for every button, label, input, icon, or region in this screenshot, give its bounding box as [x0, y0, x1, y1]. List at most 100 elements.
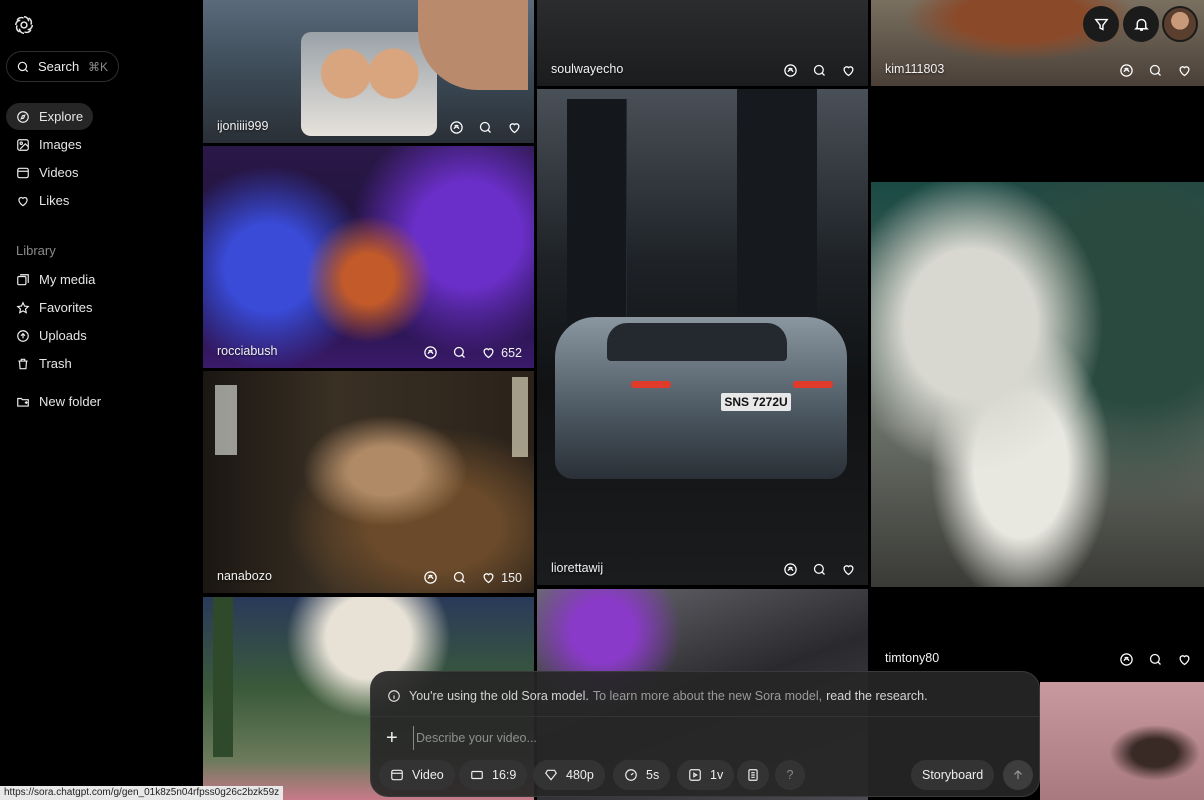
- remix-icon[interactable]: [423, 345, 438, 360]
- tile-actions: [1119, 652, 1192, 667]
- tile-username[interactable]: nanabozo: [217, 569, 272, 583]
- nav-label: Uploads: [39, 328, 87, 343]
- feed-tile[interactable]: timtony80: [871, 89, 1204, 675]
- presets-chip[interactable]: [737, 760, 769, 790]
- nav-favorites[interactable]: Favorites: [6, 294, 102, 321]
- openai-logo-icon[interactable]: [13, 14, 35, 36]
- tile-actions: [449, 120, 522, 135]
- chip-label: Video: [412, 768, 444, 782]
- aspect-chip[interactable]: 16:9: [459, 760, 528, 790]
- type-chip[interactable]: Video: [379, 760, 455, 790]
- variations-icon: [689, 769, 701, 781]
- chip-label: 5s: [646, 768, 660, 782]
- heart-icon: [483, 348, 494, 359]
- chip-label: Storyboard: [922, 768, 984, 782]
- clock-icon: [625, 769, 637, 781]
- like-count: 652: [501, 345, 522, 360]
- search-icon[interactable]: [478, 120, 493, 135]
- filter-button[interactable]: [1083, 6, 1119, 42]
- heart-icon[interactable]: [1177, 652, 1192, 667]
- tile-actions: [783, 562, 856, 577]
- remix-icon[interactable]: [783, 63, 798, 78]
- cloud-image: [871, 182, 1204, 587]
- heart-icon[interactable]: [841, 63, 856, 78]
- arrow-up-icon: [1014, 770, 1022, 780]
- tile-actions: 652: [423, 345, 522, 360]
- tile-username[interactable]: kim111803: [885, 62, 944, 76]
- tile-actions: 150: [423, 570, 522, 585]
- search-icon[interactable]: [1148, 63, 1163, 78]
- nav-my-media[interactable]: My media: [6, 266, 105, 293]
- nav-trash[interactable]: Trash: [6, 350, 82, 377]
- document-icon: [748, 769, 758, 781]
- duration-chip[interactable]: 5s: [613, 760, 671, 790]
- chip-label: 480p: [566, 768, 594, 782]
- nav-label: Favorites: [39, 300, 93, 315]
- like-button[interactable]: 150: [481, 570, 522, 585]
- heart-icon[interactable]: [1177, 63, 1192, 78]
- search-icon[interactable]: [812, 63, 827, 78]
- tile-username[interactable]: liorettawij: [551, 561, 603, 575]
- add-attachment-button[interactable]: +: [386, 727, 398, 750]
- nav-explore[interactable]: Explore: [6, 103, 94, 130]
- video-icon: [17, 167, 29, 178]
- nav-label: My media: [39, 272, 96, 287]
- prompt-input[interactable]: [413, 726, 973, 750]
- help-label: ?: [786, 768, 794, 782]
- feed-tile[interactable]: rocciabush 652: [203, 146, 534, 368]
- like-button[interactable]: 652: [481, 345, 522, 360]
- search-label: Search: [38, 59, 80, 74]
- notice-sub: To learn more about the new Sora model,: [592, 689, 823, 703]
- avatar[interactable]: [1162, 6, 1198, 42]
- search-icon[interactable]: [452, 345, 467, 360]
- search-icon[interactable]: [452, 570, 467, 585]
- research-link[interactable]: read the research.: [826, 689, 927, 703]
- feed-tile[interactable]: nanabozo 150: [203, 371, 534, 593]
- feed-tile[interactable]: SNS 7272U liorettawij: [537, 89, 868, 585]
- remix-icon[interactable]: [1119, 652, 1134, 667]
- send-button[interactable]: [1003, 760, 1033, 790]
- new-folder-button[interactable]: New folder: [6, 388, 111, 415]
- nav-likes[interactable]: Likes: [6, 187, 79, 214]
- heart-icon[interactable]: [507, 120, 522, 135]
- search-icon[interactable]: [812, 562, 827, 577]
- taillight: [631, 381, 671, 388]
- help-chip[interactable]: ?: [775, 760, 805, 790]
- nav-label: Images: [39, 137, 82, 152]
- notifications-button[interactable]: [1123, 6, 1159, 42]
- like-count: 150: [501, 570, 522, 585]
- filter-icon: [1093, 18, 1109, 31]
- prompt-composer: You're using the old Sora model. To lear…: [370, 671, 1040, 797]
- divider: [371, 716, 1039, 717]
- star-icon: [16, 300, 30, 314]
- variations-chip[interactable]: 1v: [677, 760, 735, 790]
- tile-username[interactable]: soulwayecho: [551, 62, 623, 76]
- remix-icon[interactable]: [423, 570, 438, 585]
- chip-label: 1v: [710, 768, 724, 782]
- search-icon[interactable]: [1148, 652, 1163, 667]
- car-image: SNS 7272U: [555, 317, 847, 479]
- remix-icon[interactable]: [783, 562, 798, 577]
- car-window: [607, 323, 787, 361]
- tile-username[interactable]: ijoniiii999: [217, 119, 268, 133]
- remix-icon[interactable]: [449, 120, 464, 135]
- aspect-ratio-icon: [471, 770, 483, 780]
- storyboard-button[interactable]: Storyboard: [911, 760, 995, 790]
- feed-tile[interactable]: soulwayecho: [537, 0, 868, 86]
- image-icon: [17, 138, 29, 151]
- chip-label: 16:9: [492, 768, 517, 782]
- remix-icon[interactable]: [1119, 63, 1134, 78]
- nav-uploads[interactable]: Uploads: [6, 322, 97, 349]
- tile-username[interactable]: timtony80: [885, 651, 939, 665]
- nav-images[interactable]: Images: [6, 131, 92, 158]
- resolution-chip[interactable]: 480p: [533, 760, 605, 790]
- heart-icon[interactable]: [841, 562, 856, 577]
- diamond-icon: [545, 769, 557, 781]
- feed-tile[interactable]: [1040, 682, 1204, 800]
- nav-label: Videos: [39, 165, 79, 180]
- upload-icon: [17, 329, 29, 342]
- feed-tile[interactable]: ijoniiii999: [203, 0, 534, 143]
- search-button[interactable]: Search ⌘K: [6, 51, 119, 82]
- tile-username[interactable]: rocciabush: [217, 344, 277, 358]
- nav-videos[interactable]: Videos: [6, 159, 89, 186]
